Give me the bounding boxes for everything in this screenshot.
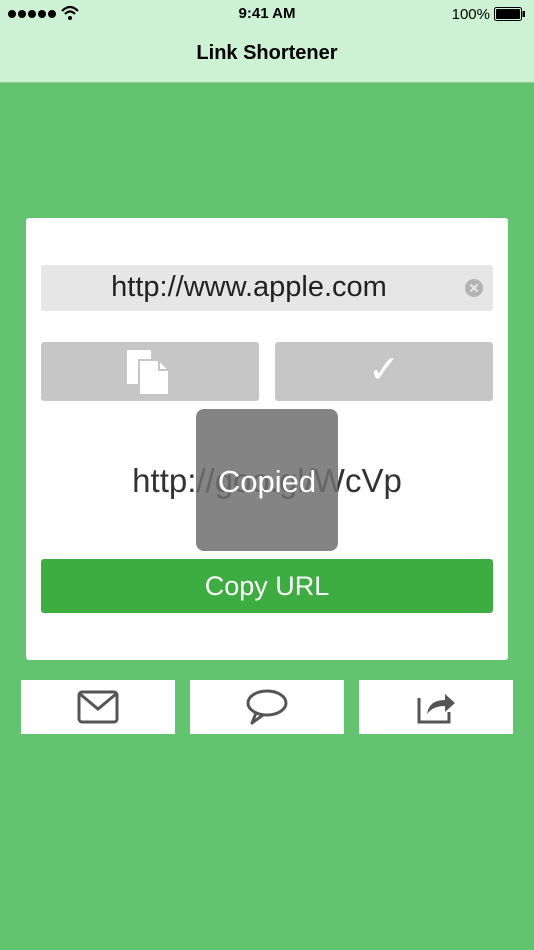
copy-url-button[interactable]: Copy URL <box>41 559 493 613</box>
share-arrow-icon <box>417 694 455 724</box>
confirm-button[interactable]: ✓ <box>275 342 493 401</box>
shortener-card: http://www.apple.com ✓ http://goo.gl/WcV… <box>26 218 508 660</box>
copied-toast: Copied <box>196 409 338 551</box>
battery-icon <box>494 7 525 21</box>
url-input[interactable]: http://www.apple.com <box>41 265 493 311</box>
copy-url-label: Copy URL <box>204 571 330 601</box>
paste-icon <box>127 350 170 396</box>
message-button[interactable] <box>190 680 344 734</box>
toast-label: Copied <box>217 464 317 499</box>
message-bubble-icon <box>246 689 288 725</box>
battery-percentage: 100% <box>451 6 490 23</box>
nav-bar: Link Shortener <box>0 28 534 83</box>
share-button[interactable] <box>359 680 513 734</box>
clear-icon[interactable] <box>465 279 483 297</box>
mail-icon <box>77 690 119 724</box>
status-bar: 9:41 AM 100% <box>0 0 534 28</box>
mail-button[interactable] <box>21 680 175 734</box>
url-input-value[interactable]: http://www.apple.com <box>41 271 457 304</box>
paste-button[interactable] <box>41 342 259 401</box>
check-icon: ✓ <box>368 349 400 391</box>
page-title: Link Shortener <box>196 42 338 64</box>
